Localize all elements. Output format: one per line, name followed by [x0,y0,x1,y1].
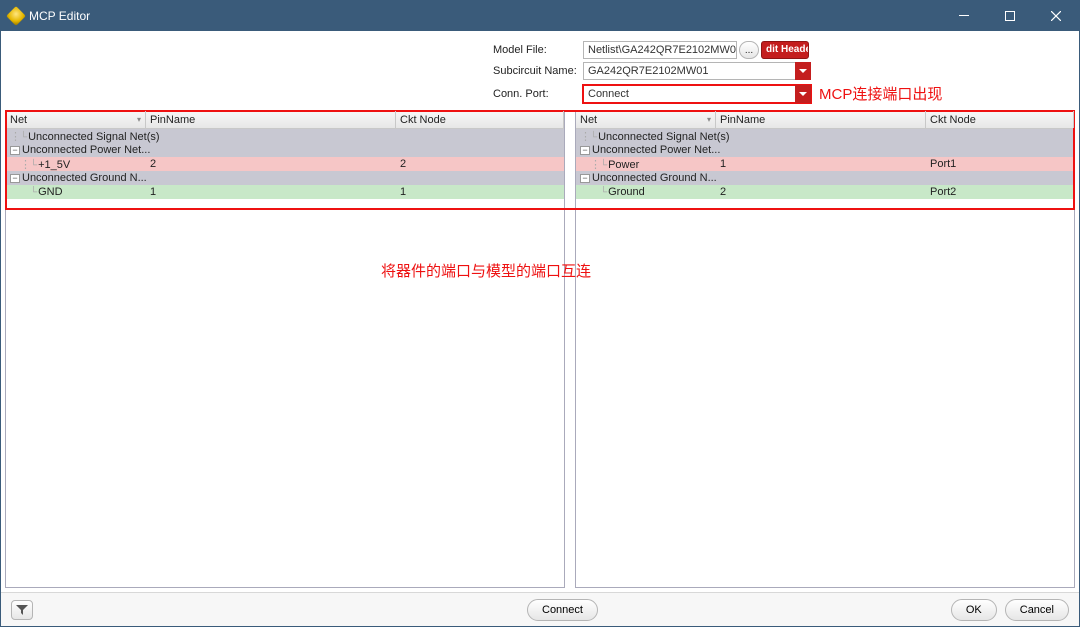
right-net-table: Net▾ PinName Ckt Node ⋮└Unconnected Sign… [575,110,1075,588]
tables-area: Net▾ PinName Ckt Node ⋮└Unconnected Sign… [1,110,1079,592]
ok-button[interactable]: OK [951,599,997,621]
conn-port-combo[interactable]: Connect [583,85,811,103]
net-name: Ground [608,186,645,198]
annotation-conn-port: MCP连接端口出现 [819,83,942,104]
group-label: Unconnected Ground N... [22,172,147,184]
group-label: Unconnected Power Net... [22,144,150,156]
browse-button[interactable]: ... [739,41,759,59]
ckt-node: Port1 [926,158,1074,170]
content-area: Model File: Netlist\GA242QR7E2102MW01.mo… [1,31,1079,626]
pin-name: 1 [716,158,926,170]
table-row[interactable]: −Unconnected Ground N... [576,171,1074,185]
table-row[interactable]: −Unconnected Power Net... [6,143,564,157]
right-body[interactable]: ⋮└Unconnected Signal Net(s) −Unconnected… [576,129,1074,587]
table-row[interactable]: └Ground 2 Port2 [576,185,1074,199]
close-button[interactable] [1033,1,1079,31]
group-label: Unconnected Signal Net(s) [28,131,159,143]
filter-icon [16,604,28,616]
collapse-icon[interactable]: − [10,174,20,183]
net-name: +1_5V [38,159,70,171]
conn-port-label: Conn. Port: [13,88,583,100]
form-area: Model File: Netlist\GA242QR7E2102MW01.mo… [1,31,1079,110]
ckt-node: Port2 [926,186,1074,198]
mcp-editor-window: MCP Editor Model File: Netlist\GA242QR7E… [0,0,1080,627]
minimize-button[interactable] [941,1,987,31]
filter-button[interactable] [11,600,33,620]
left-body[interactable]: ⋮└Unconnected Signal Net(s) −Unconnected… [6,129,564,587]
col-net[interactable]: Net▾ [6,111,146,128]
net-name: GND [38,186,62,198]
collapse-icon[interactable]: − [580,146,590,155]
table-row[interactable]: ⋮└Power 1 Port1 [576,157,1074,171]
cancel-button[interactable]: Cancel [1005,599,1069,621]
table-row[interactable]: ⋮└+1_5V 2 2 [6,157,564,171]
chevron-down-icon [795,62,811,80]
table-row[interactable]: ⋮└Unconnected Signal Net(s) [6,129,564,143]
edit-header-button[interactable]: dit Heade [761,41,809,59]
pin-name: 1 [146,186,396,198]
window-title: MCP Editor [29,9,90,23]
col-cktnode[interactable]: Ckt Node [926,111,1074,128]
table-row[interactable]: −Unconnected Ground N... [6,171,564,185]
ckt-node: 2 [396,158,564,170]
group-label: Unconnected Signal Net(s) [598,131,729,143]
collapse-icon[interactable]: − [580,174,590,183]
footer: Connect OK Cancel [1,592,1079,626]
left-header: Net▾ PinName Ckt Node [6,111,564,129]
col-pinname[interactable]: PinName [716,111,926,128]
col-pinname[interactable]: PinName [146,111,396,128]
group-label: Unconnected Ground N... [592,172,717,184]
sort-icon: ▾ [137,115,141,124]
right-header: Net▾ PinName Ckt Node [576,111,1074,129]
left-net-table: Net▾ PinName Ckt Node ⋮└Unconnected Sign… [5,110,565,588]
model-file-label: Model File: [13,44,583,56]
table-row[interactable]: ⋮└Unconnected Signal Net(s) [576,129,1074,143]
sort-icon: ▾ [707,115,711,124]
maximize-button[interactable] [987,1,1033,31]
col-cktnode[interactable]: Ckt Node [396,111,564,128]
app-icon [6,6,26,26]
collapse-icon[interactable]: − [10,146,20,155]
chevron-down-icon [795,85,811,103]
col-net[interactable]: Net▾ [576,111,716,128]
pin-name: 2 [716,186,926,198]
ckt-node: 1 [396,186,564,198]
subcircuit-label: Subcircuit Name: [13,65,583,77]
model-file-field[interactable]: Netlist\GA242QR7E2102MW01.mod [583,41,737,59]
net-name: Power [608,159,639,171]
pin-name: 2 [146,158,396,170]
table-row[interactable]: −Unconnected Power Net... [576,143,1074,157]
group-label: Unconnected Power Net... [592,144,720,156]
table-row[interactable]: └GND 1 1 [6,185,564,199]
subcircuit-combo[interactable]: GA242QR7E2102MW01 [583,62,811,80]
subcircuit-value: GA242QR7E2102MW01 [583,62,811,80]
connect-button[interactable]: Connect [527,599,598,621]
conn-port-value: Connect [583,85,811,103]
titlebar: MCP Editor [1,1,1079,31]
